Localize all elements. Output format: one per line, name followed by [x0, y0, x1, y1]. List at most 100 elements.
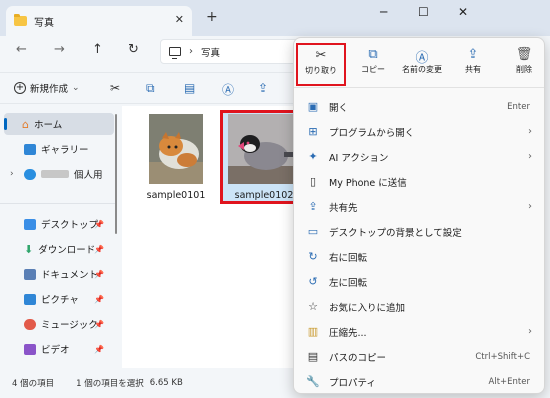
menu-item-label: 右に回転: [329, 252, 368, 264]
forward-icon[interactable]: →: [54, 42, 65, 57]
menu-item-rotate-right[interactable]: ↻ 右に回転: [294, 244, 544, 269]
sidebar-item-music[interactable]: ミュージック 📌: [0, 313, 116, 335]
minimize-button[interactable]: ─: [380, 5, 387, 19]
share-button[interactable]: ⇪ 共有: [448, 44, 498, 84]
menu-item-compress-to[interactable]: ▥ 圧縮先... ›: [294, 319, 544, 344]
menu-item-set-desktop-background[interactable]: ▭ デスクトップの背景として設定: [294, 219, 544, 244]
documents-icon: [24, 268, 36, 280]
rename-icon: Ⓐ: [415, 51, 429, 66]
menu-item-label: 左に回転: [329, 277, 368, 289]
copy-icon: ⧉: [368, 47, 378, 62]
sidebar-item-gallery[interactable]: ギャラリー: [0, 138, 116, 160]
menu-item-open-with[interactable]: ⊞ プログラムから開く ›: [294, 119, 544, 144]
paste-icon[interactable]: ▤: [184, 81, 195, 95]
open-with-icon: ⊞: [308, 125, 318, 138]
new-button-label: 新規作成: [30, 84, 69, 95]
menu-item-label: 圧縮先...: [329, 327, 367, 339]
copy-icon[interactable]: ⧉: [146, 81, 155, 96]
address-bar[interactable]: › 写真: [160, 39, 300, 64]
cut-label: 切り取り: [305, 66, 337, 75]
sidebar-item-pictures[interactable]: ピクチャ 📌: [0, 288, 116, 310]
this-pc-icon: [169, 47, 181, 59]
cut-button[interactable]: ✂ 切り取り: [296, 43, 346, 86]
menu-item-properties[interactable]: 🔧 プロパティ Alt+Enter: [294, 369, 544, 394]
menu-item-send-to-phone[interactable]: ▯ My Phone に送信: [294, 169, 544, 194]
desktop-background-icon: ▭: [307, 225, 319, 238]
copy-label: コピー: [361, 65, 385, 74]
breadcrumb-photos[interactable]: 写真: [201, 45, 220, 59]
menu-item-rotate-left[interactable]: ↺ 左に回転: [294, 269, 544, 294]
rename-button[interactable]: Ⓐ 名前の変更: [394, 44, 450, 84]
sparkle-icon: ✦: [308, 150, 318, 163]
share-icon[interactable]: ⇪: [258, 81, 268, 95]
download-icon: ⬇: [24, 242, 34, 256]
close-tab-icon[interactable]: ✕: [175, 13, 184, 26]
file-name: sample0101: [146, 190, 206, 201]
maximize-button[interactable]: ☐: [418, 5, 429, 19]
sidebar-item-label: ピクチャ: [41, 295, 79, 306]
tab-photos[interactable]: 写真 ✕: [6, 6, 192, 36]
open-icon: ▣: [307, 100, 319, 113]
menu-item-label: パスのコピー: [329, 352, 387, 364]
shortcut-text: Alt+Enter: [488, 376, 530, 387]
menu-item-label: お気に入りに追加: [329, 302, 406, 314]
trash-icon: 🗑: [515, 47, 533, 62]
file-item-sample0101[interactable]: sample0101: [136, 114, 216, 201]
zip-folder-icon: ▥: [307, 325, 319, 338]
copy-button[interactable]: ⧉ コピー: [348, 44, 398, 84]
sidebar-item-downloads[interactable]: ⬇ ダウンロード 📌: [0, 238, 116, 260]
new-button[interactable]: + 新規作成 ⌄: [14, 81, 80, 95]
breadcrumb-separator: ›: [189, 46, 193, 57]
rename-icon[interactable]: Ⓐ: [222, 81, 234, 98]
new-tab-button[interactable]: +: [206, 9, 218, 25]
share-icon: ⇪: [308, 200, 318, 213]
refresh-icon[interactable]: ↻: [128, 42, 139, 57]
sidebar-scrollbar[interactable]: [115, 114, 117, 234]
sidebar-item-label: ビデオ: [41, 345, 70, 356]
chevron-right-icon: ›: [528, 126, 532, 137]
sidebar-item-label: ミュージック: [41, 320, 98, 331]
menu-item-share-to[interactable]: ⇪ 共有先 ›: [294, 194, 544, 219]
menu-item-label: My Phone に送信: [329, 177, 407, 189]
rotate-left-icon: ↺: [308, 275, 318, 288]
menu-item-label: 開く: [329, 102, 349, 114]
context-menu: ✂ 切り取り ⧉ コピー Ⓐ 名前の変更 ⇪ 共有 🗑 削除 ▣ 開く Ente…: [293, 37, 545, 394]
back-icon[interactable]: ←: [16, 42, 27, 57]
bird-photo-thumbnail: [228, 114, 300, 184]
delete-button[interactable]: 🗑 削除: [499, 44, 549, 84]
sidebar-item-label: デスクトップ: [41, 220, 99, 231]
item-count: 4 個の項目: [12, 379, 55, 389]
menu-item-open[interactable]: ▣ 開く Enter: [294, 94, 544, 119]
menu-item-label: AI アクション: [329, 152, 389, 164]
music-icon: [24, 318, 36, 330]
copy-path-icon: ▤: [307, 350, 319, 363]
sidebar-item-documents[interactable]: ドキュメント 📌: [0, 263, 116, 285]
sidebar-item-videos[interactable]: ビデオ 📌: [0, 338, 116, 360]
pin-icon: 📌: [94, 294, 104, 304]
folder-icon: [14, 14, 27, 26]
cut-icon[interactable]: ✂: [110, 81, 120, 95]
chevron-right-icon[interactable]: ›: [10, 169, 14, 179]
star-icon: ☆: [308, 300, 318, 313]
chevron-right-icon: ›: [528, 151, 532, 162]
sidebar-item-desktop[interactable]: デスクトップ 📌: [0, 213, 116, 235]
delete-label: 削除: [516, 65, 532, 74]
blurred-account-name: [41, 170, 69, 178]
chevron-right-icon: ›: [528, 201, 532, 212]
menu-item-copy-path[interactable]: ▤ パスのコピー Ctrl+Shift+C: [294, 344, 544, 369]
shortcut-text: Enter: [507, 101, 530, 112]
menu-item-add-favorites[interactable]: ☆ お気に入りに追加: [294, 294, 544, 319]
chevron-right-icon: ›: [528, 326, 532, 337]
close-window-button[interactable]: ✕: [458, 5, 468, 19]
desktop-icon: [24, 218, 36, 230]
menu-item-label: プログラムから開く: [329, 127, 415, 139]
sidebar-item-onedrive[interactable]: › 個人用: [0, 163, 116, 185]
sidebar-item-label: 個人用: [74, 170, 103, 181]
sidebar-item-home[interactable]: ⌂ ホーム: [4, 113, 114, 135]
rename-label: 名前の変更: [402, 65, 442, 74]
up-icon[interactable]: ↑: [92, 42, 103, 57]
cat-photo-thumbnail: [149, 114, 203, 184]
menu-item-ai-actions[interactable]: ✦ AI アクション ›: [294, 144, 544, 169]
share-icon: ⇪: [467, 47, 479, 62]
selection-count: 1 個の項目を選択: [76, 379, 144, 389]
